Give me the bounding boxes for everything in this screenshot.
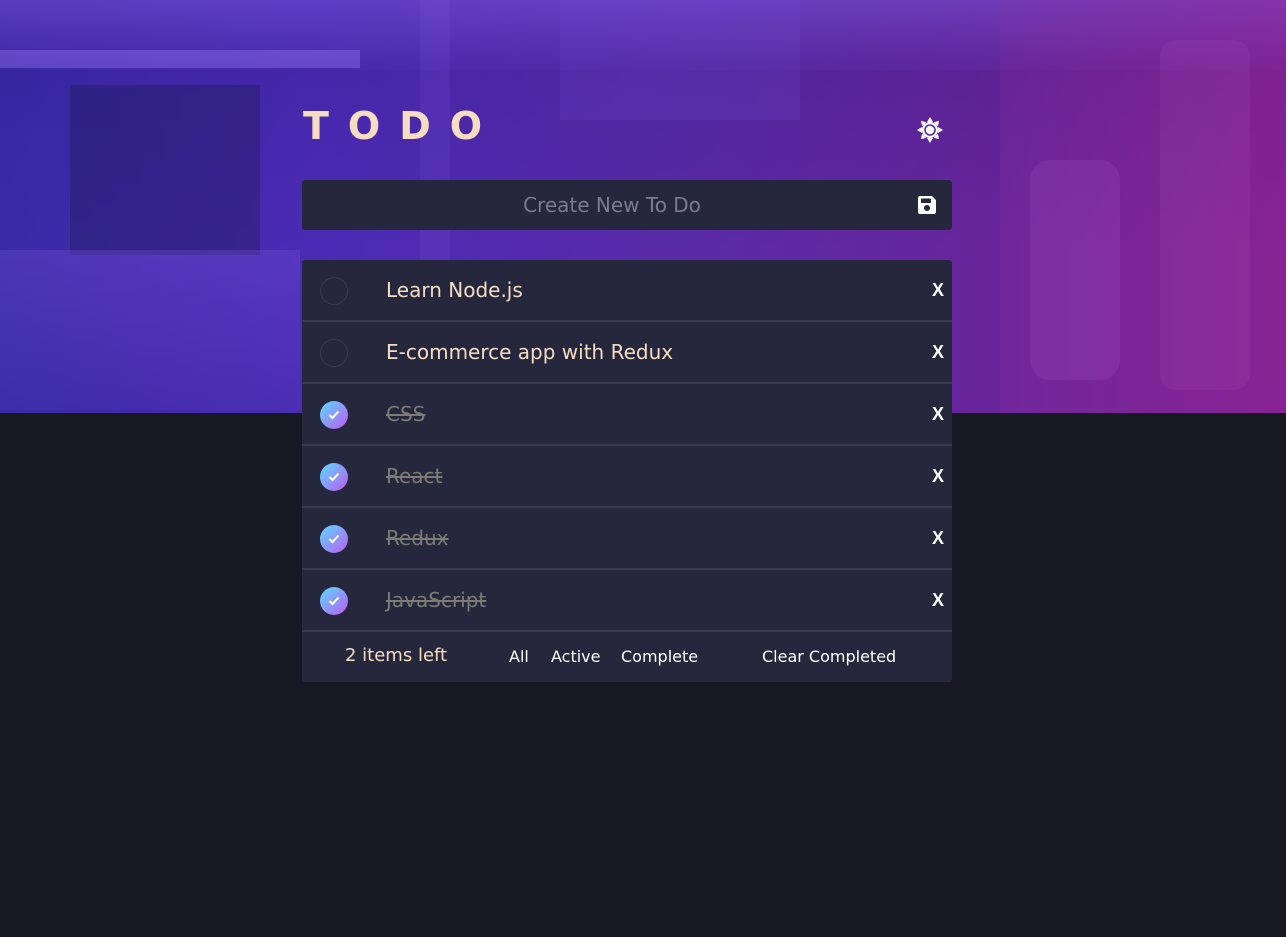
delete-button[interactable]: X: [932, 508, 944, 568]
todo-item: React X: [302, 446, 952, 508]
todo-item: CSS X: [302, 384, 952, 446]
todo-checkbox[interactable]: [320, 587, 348, 615]
save-icon: [918, 196, 936, 214]
sun-icon: [917, 117, 943, 143]
todo-checkbox[interactable]: [320, 339, 348, 367]
check-icon: [328, 596, 340, 606]
todo-text[interactable]: JavaScript: [386, 570, 486, 630]
todo-checkbox[interactable]: [320, 277, 348, 305]
todo-footer: 2 items left All Active Complete Clear C…: [302, 632, 952, 682]
delete-button[interactable]: X: [932, 570, 944, 630]
todo-text[interactable]: CSS: [386, 384, 425, 444]
filter-all[interactable]: All: [509, 647, 529, 666]
delete-button[interactable]: X: [932, 322, 944, 382]
todo-item: JavaScript X: [302, 570, 952, 632]
todo-text[interactable]: Redux: [386, 508, 449, 568]
filter-active[interactable]: Active: [551, 647, 601, 666]
todo-item: Learn Node.js X: [302, 260, 952, 322]
check-icon: [328, 410, 340, 420]
check-icon: [328, 472, 340, 482]
delete-button[interactable]: X: [932, 260, 944, 320]
todo-item: Redux X: [302, 508, 952, 570]
theme-toggle-button[interactable]: [914, 114, 946, 146]
delete-button[interactable]: X: [932, 384, 944, 444]
todo-list: Learn Node.js X E-commerce app with Redu…: [302, 260, 952, 682]
filter-complete[interactable]: Complete: [621, 647, 698, 666]
new-todo-input[interactable]: [302, 180, 952, 230]
clear-completed-button[interactable]: Clear Completed: [762, 647, 896, 666]
todo-checkbox[interactable]: [320, 401, 348, 429]
delete-button[interactable]: X: [932, 446, 944, 506]
new-todo-bar: [302, 180, 952, 230]
check-icon: [328, 534, 340, 544]
todo-text[interactable]: E-commerce app with Redux: [386, 322, 673, 382]
todo-text[interactable]: React: [386, 446, 442, 506]
todo-item: E-commerce app with Redux X: [302, 322, 952, 384]
todo-checkbox[interactable]: [320, 525, 348, 553]
todo-text[interactable]: Learn Node.js: [386, 260, 523, 320]
todo-checkbox[interactable]: [320, 463, 348, 491]
items-left-count: 2 items left: [345, 645, 448, 666]
save-button[interactable]: [914, 192, 940, 218]
app-title: TODO: [303, 104, 502, 148]
